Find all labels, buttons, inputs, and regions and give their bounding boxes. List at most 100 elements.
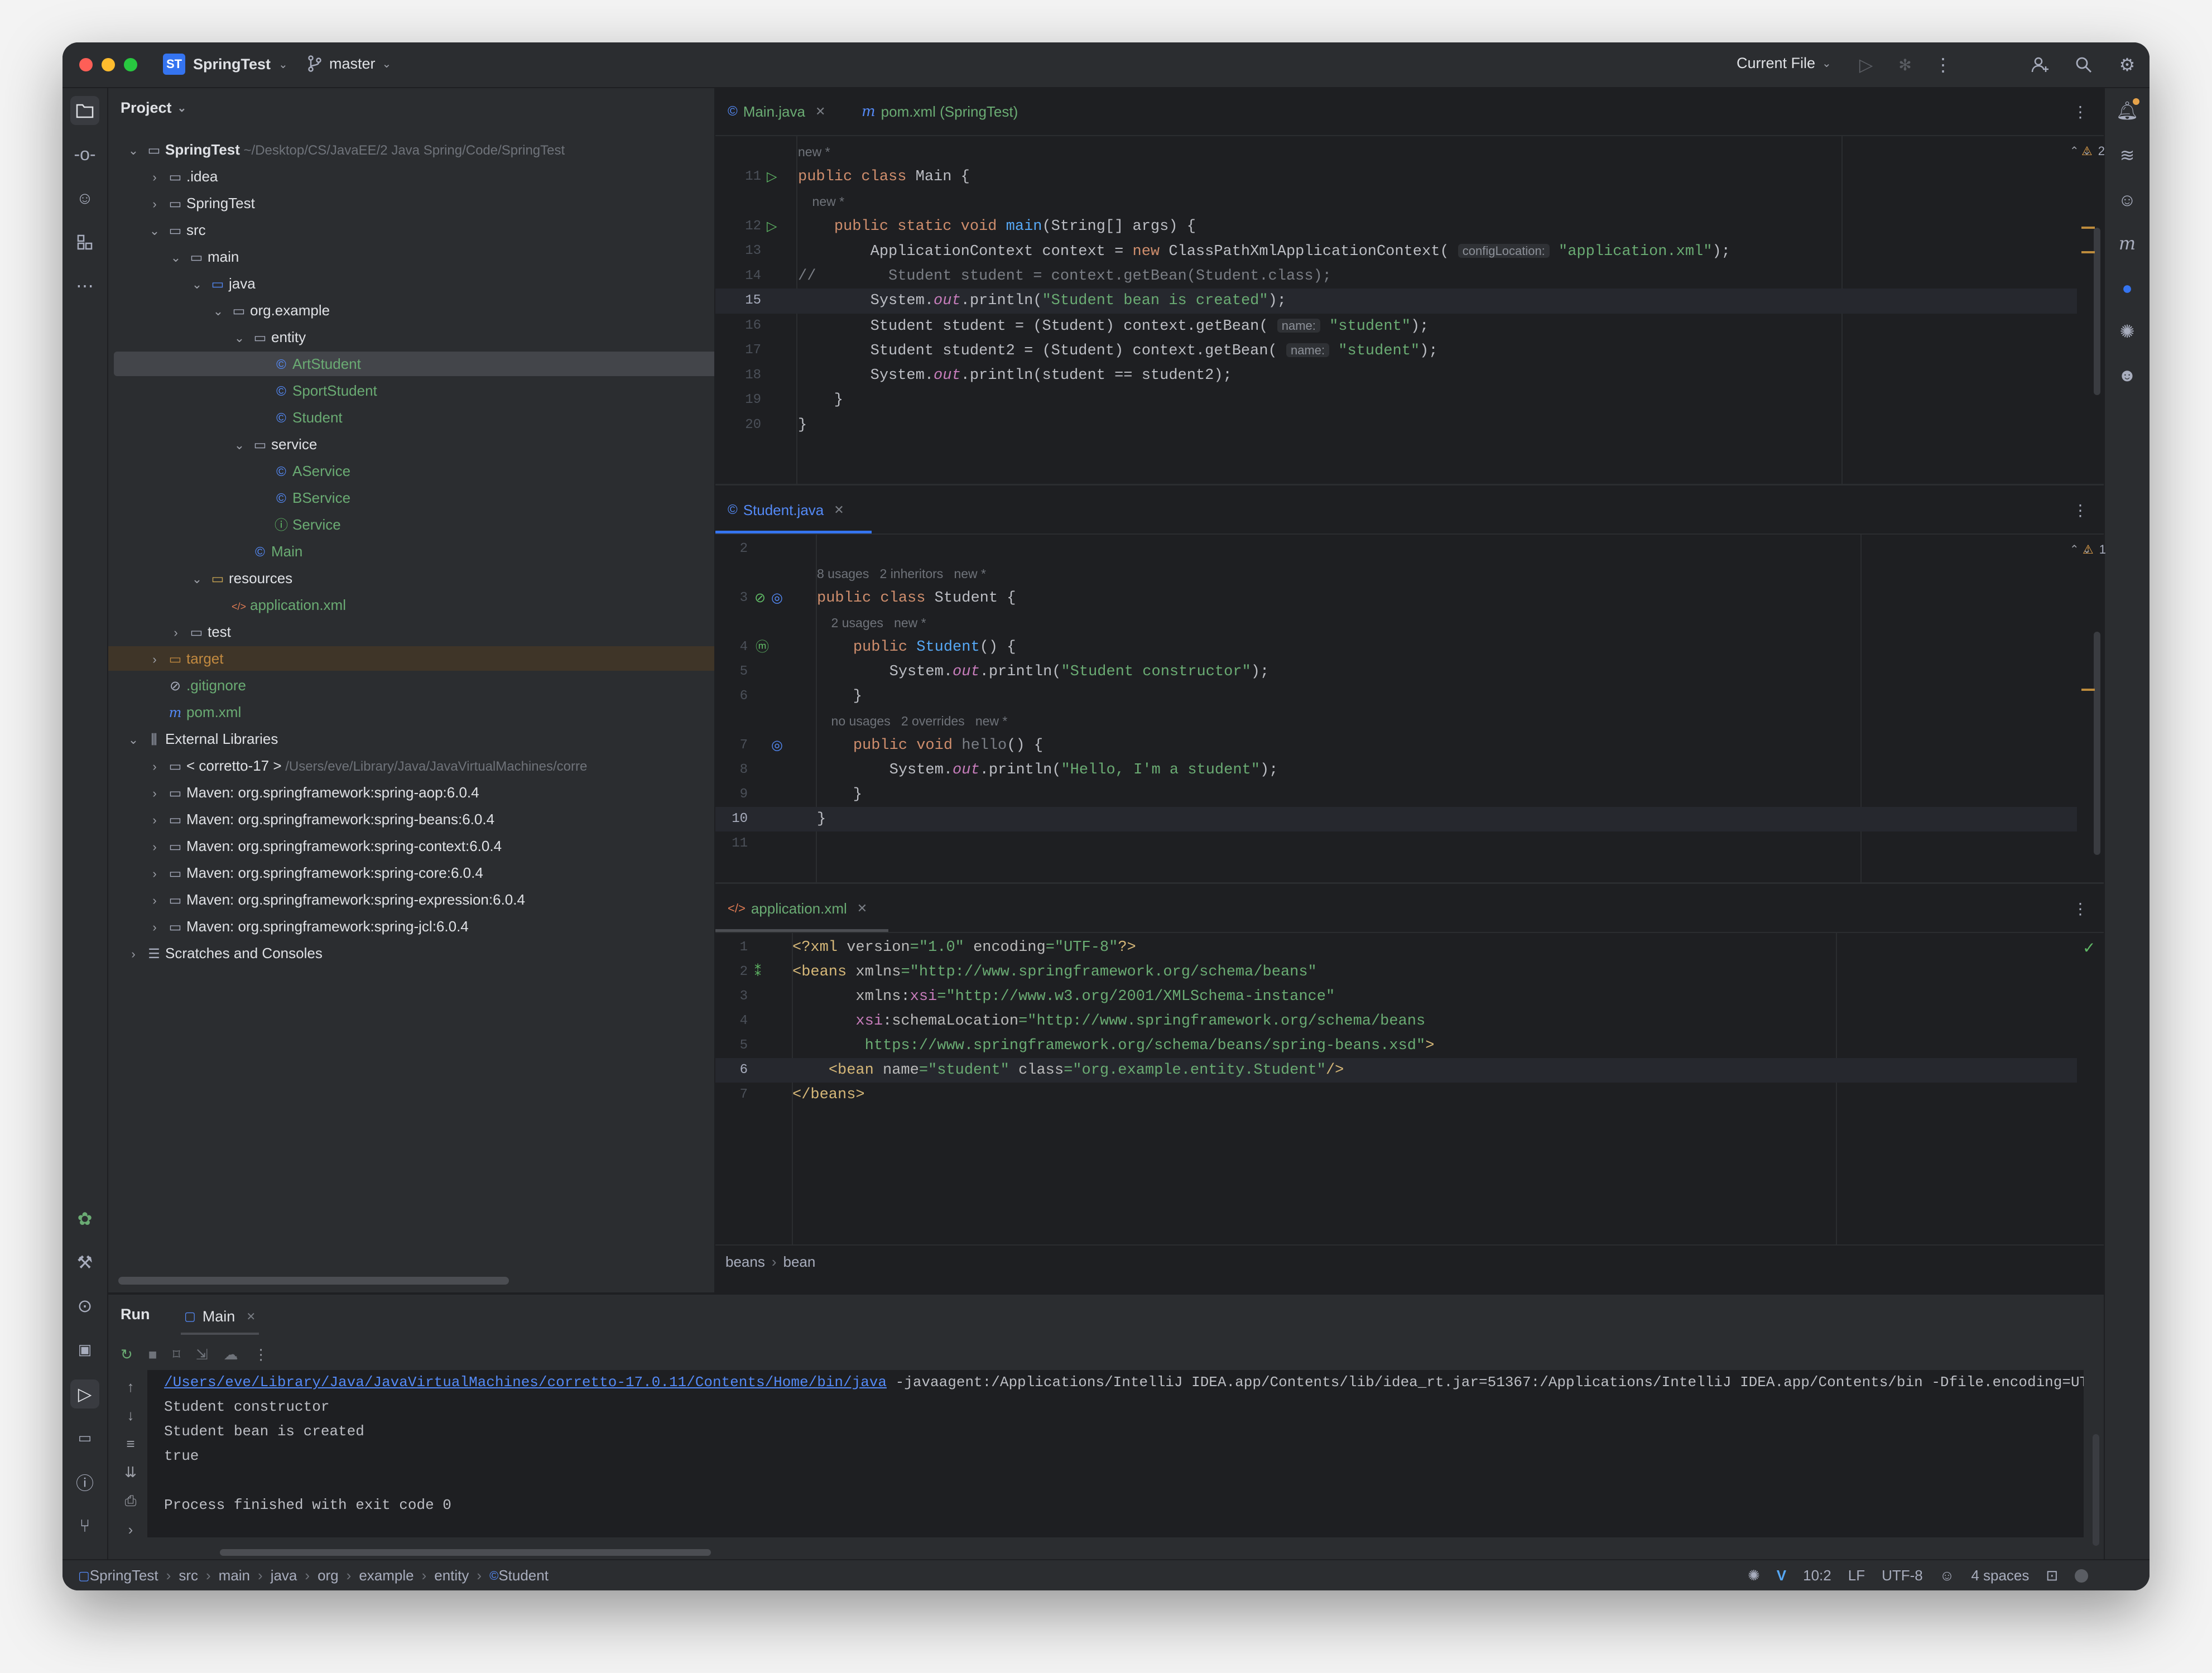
chevron-down-icon[interactable]: ⌄ <box>124 728 143 752</box>
status-breadcrumb-item[interactable]: java <box>271 1567 297 1584</box>
tab-main-java[interactable]: © Main.java ✕ <box>728 88 825 135</box>
copilot-chat-icon[interactable]: ☺ <box>2113 185 2142 214</box>
copilot-agent-icon[interactable]: ☻ <box>2113 360 2142 390</box>
scroll-to-end-icon[interactable]: ⇊ <box>124 1464 137 1481</box>
code-area[interactable]: 1 <?xml version="1.0" encoding="UTF-8"?> 2… <box>715 935 2104 1237</box>
file-encoding[interactable]: UTF-8 <box>1882 1567 1923 1584</box>
code-area[interactable]: new * 11 public class Main {▷ new * 12 publ… <box>715 140 2104 474</box>
arrow-down-icon[interactable]: ↓ <box>127 1407 134 1424</box>
read-only-lock-icon[interactable]: ⊡ <box>2046 1567 2058 1584</box>
branch-switcher[interactable]: master ⌄ <box>307 55 391 73</box>
services-icon[interactable]: ⊙ <box>70 1291 99 1320</box>
code-vision-hint[interactable]: no usages 2 overrides new * <box>817 709 1008 733</box>
console-vertical-scrollbar[interactable] <box>2093 1434 2099 1546</box>
rerun-icon[interactable]: ↻ <box>121 1346 133 1363</box>
tree-item[interactable]: ⌄ ▭ org.example <box>108 298 714 323</box>
database-icon[interactable]: ▣ <box>70 1335 99 1364</box>
chevron-right-icon[interactable]: › <box>145 754 164 779</box>
stop-icon[interactable]: ■ <box>148 1346 157 1363</box>
tree-item[interactable]: ⌄ ▭ SpringTest ~/Desktop/CS/JavaEE/2 Java … <box>108 137 714 162</box>
openai-icon[interactable]: ✺ <box>2113 317 2142 346</box>
chevron-down-icon[interactable]: ⌄ <box>187 272 206 297</box>
tree-item[interactable]: › ▭ Maven: org.springframework:spring-aop:… <box>108 780 714 805</box>
chevron-down-icon[interactable]: ⌄ <box>145 219 164 243</box>
project-folder-icon[interactable] <box>70 96 99 125</box>
close-tab-icon[interactable]: ✕ <box>246 1310 256 1324</box>
tree-item[interactable]: ⌄ ⫼ External Libraries <box>108 727 714 751</box>
tree-item[interactable]: © Main <box>108 539 714 564</box>
copilot-status-icon[interactable]: ☺ <box>1940 1567 1955 1584</box>
tree-item[interactable]: › ▭ test <box>108 619 714 644</box>
chevron-down-icon[interactable]: ⌄ <box>209 299 228 324</box>
java-path-link[interactable]: /Users/eve/Library/Java/JavaVirtualMachi… <box>164 1374 887 1391</box>
code-vision-hint[interactable]: 8 usages 2 inheritors new * <box>817 561 986 586</box>
horizontal-scrollbar[interactable] <box>118 1277 509 1285</box>
navigate-problems-icons[interactable]: ⌃ ⌄ <box>2070 542 2091 556</box>
ai-status-icon[interactable]: ✺ <box>1748 1567 1760 1584</box>
bean-method-gutter-icon[interactable]: ⓜ <box>756 635 769 660</box>
chevron-right-icon[interactable]: › <box>128 1521 133 1539</box>
tab-menu-icon[interactable]: ⋮ <box>2069 499 2091 521</box>
status-breadcrumb-item[interactable]: main <box>219 1567 250 1584</box>
tree-item[interactable]: </> application.xml <box>108 593 714 617</box>
commit-icon[interactable]: -o- <box>70 140 99 169</box>
chevron-down-icon[interactable]: ⌄ <box>230 433 249 458</box>
tree-item[interactable]: › ▭ < corretto-17 > /Users/eve/Library/Jav… <box>108 753 714 778</box>
overridden-gutter-icon[interactable]: ◎ <box>771 733 783 758</box>
close-window-button[interactable] <box>79 58 93 71</box>
git-icon[interactable]: ⑂ <box>70 1511 99 1540</box>
maximize-window-button[interactable] <box>124 58 137 71</box>
maven-icon[interactable]: m <box>2113 229 2142 258</box>
structure-icon[interactable] <box>70 228 99 257</box>
tab-pom-xml[interactable]: m pom.xml (SpringTest) <box>862 88 1018 135</box>
chevron-right-icon[interactable]: › <box>145 808 164 833</box>
chevron-right-icon[interactable]: › <box>145 862 164 886</box>
memory-indicator[interactable] <box>2075 1569 2089 1583</box>
close-tab-icon[interactable]: ✕ <box>815 88 825 135</box>
tree-item[interactable]: › ▭ Maven: org.springframework:spring-jcl:… <box>108 914 714 939</box>
chevron-down-icon[interactable]: ⌄ <box>124 138 143 163</box>
tree-item[interactable]: © BService <box>108 485 714 510</box>
more-icon[interactable]: ⋮ <box>254 1346 268 1363</box>
tab-menu-icon[interactable]: ⋮ <box>2069 100 2091 123</box>
more-tools-icon[interactable]: ⋯ <box>70 271 99 300</box>
chevron-right-icon[interactable]: › <box>124 942 143 967</box>
run-gutter-icon[interactable]: ▷ <box>767 165 777 190</box>
chevron-right-icon[interactable]: › <box>145 165 164 190</box>
spring-beans-gutter-icon[interactable]: ⁑ <box>754 960 761 984</box>
settings-gear-icon[interactable]: ⚙ <box>2116 54 2138 76</box>
chevron-down-icon[interactable]: ⌄ <box>166 246 185 270</box>
tree-item[interactable]: © ArtStudent <box>114 352 714 376</box>
tree-item[interactable]: ⌄ ▭ resources <box>108 566 714 590</box>
split-divider[interactable] <box>715 882 2104 884</box>
chevron-down-icon[interactable]: ⌄ <box>230 326 249 350</box>
build-hammer-icon[interactable]: ⚒ <box>70 1248 99 1277</box>
soft-wrap-icon[interactable]: ≡ <box>126 1435 134 1453</box>
chevron-right-icon[interactable]: › <box>166 621 185 645</box>
run-icon[interactable]: ▷ <box>1855 54 1877 76</box>
breadcrumb-item[interactable]: beans <box>725 1253 765 1271</box>
tab-menu-icon[interactable]: ⋮ <box>2069 897 2091 920</box>
tree-item[interactable]: © Student <box>108 405 714 430</box>
split-divider[interactable] <box>715 484 2104 485</box>
caret-position[interactable]: 10:2 <box>1803 1567 1831 1584</box>
ai-assistant-icon[interactable]: ✿ <box>70 1204 99 1233</box>
navigate-problems-icons[interactable]: ⌃ ⌄ <box>2070 144 2091 158</box>
database-icon[interactable]: ≋ <box>2113 141 2142 170</box>
vim-icon[interactable]: V <box>1777 1567 1786 1584</box>
tree-item[interactable]: › ▭ Maven: org.springframework:spring-expr… <box>108 887 714 912</box>
code-area[interactable]: 2 8 usages 2 inheritors new * 3 public clas… <box>715 537 2104 872</box>
tree-item[interactable]: m pom.xml <box>108 700 714 724</box>
run-tool-icon[interactable]: ▷ <box>70 1379 99 1408</box>
tree-item[interactable]: ⌄ ▭ entity <box>108 325 714 349</box>
code-vision-hint[interactable]: new * <box>798 189 845 214</box>
chevron-right-icon[interactable]: › <box>145 915 164 940</box>
tree-item[interactable]: › ☰ Scratches and Consoles <box>108 941 714 965</box>
chevron-down-icon[interactable]: ⌄ <box>187 567 206 592</box>
add-user-icon[interactable] <box>2029 54 2051 76</box>
project-panel-header[interactable]: Project ⌄ <box>121 99 186 117</box>
breadcrumb-item[interactable]: bean <box>783 1253 816 1271</box>
terminal-icon[interactable]: ▭ <box>70 1423 99 1452</box>
minimize-window-button[interactable] <box>102 58 115 71</box>
code-vision-hint[interactable]: 2 usages new * <box>817 610 926 635</box>
